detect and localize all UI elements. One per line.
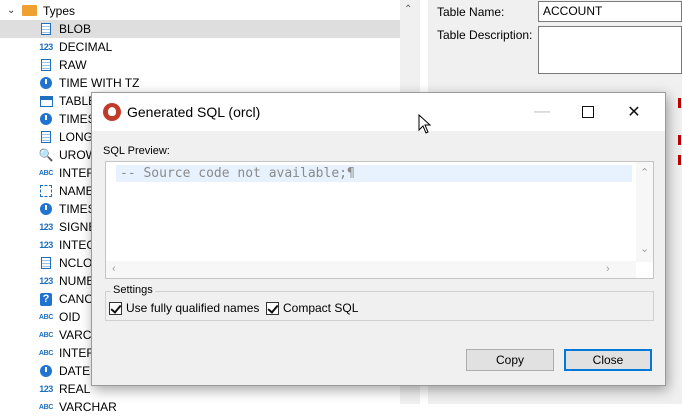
tree-item-label: TIME WITH TZ <box>59 76 140 90</box>
key-icon: 🔍 <box>38 148 54 162</box>
number-icon: 123 <box>39 276 53 286</box>
generated-sql-dialog: Generated SQL (orcl) — ✕ SQL Preview: --… <box>91 92 666 386</box>
tree-item-label: LONG <box>59 130 94 144</box>
question-icon: ? <box>40 292 52 306</box>
tree-item-label: NCLO <box>59 256 93 270</box>
checkbox-checked-icon[interactable] <box>109 301 122 315</box>
number-icon: 123 <box>39 384 53 394</box>
document-icon <box>41 23 51 35</box>
document-icon <box>41 59 51 71</box>
tree-item-label: NUME <box>59 274 95 288</box>
document-icon <box>41 257 51 269</box>
minimize-icon: — <box>534 103 550 120</box>
dbeaver-app-icon <box>103 103 121 121</box>
tree-item-label: DATE <box>59 364 91 378</box>
compact-sql-checkbox[interactable]: Compact SQL <box>266 301 358 315</box>
table-name-input[interactable]: ACCOUNT <box>538 1 682 22</box>
document-icon <box>41 131 51 143</box>
scroll-right-icon[interactable]: › <box>606 263 610 275</box>
dialog-titlebar[interactable]: Generated SQL (orcl) — ✕ <box>92 93 665 131</box>
tree-item-label: NAME <box>59 184 94 198</box>
checkbox-checked-icon[interactable] <box>266 301 279 315</box>
tree-item-varchar[interactable]: ABC VARCHAR <box>0 398 400 416</box>
tree-item-label: DECIMAL <box>59 40 113 54</box>
tree-item-blob[interactable]: BLOB <box>0 20 400 38</box>
table-name-label: Table Name: <box>437 5 505 19</box>
abc-icon: ABC <box>38 331 54 339</box>
tree-item-label: VARCHAR <box>59 400 117 414</box>
abc-icon: ABC <box>38 169 54 177</box>
tree-root-types[interactable]: ⌄ Types <box>0 2 400 20</box>
use-fully-qualified-names-checkbox[interactable]: Use fully qualified names <box>109 301 259 315</box>
sql-preview-label: SQL Preview: <box>103 145 170 157</box>
number-icon: 123 <box>39 42 53 52</box>
table-name-value: ACCOUNT <box>543 4 603 18</box>
tree-item-label: CANO <box>59 292 94 306</box>
tree-root-label: Types <box>43 4 76 18</box>
tree-item-label: BLOB <box>59 22 92 36</box>
error-marker <box>678 98 681 108</box>
tree-item-label: REAL <box>59 382 91 396</box>
dialog-title: Generated SQL (orcl) <box>127 104 261 120</box>
settings-label: Settings <box>111 284 155 296</box>
close-icon: ✕ <box>627 104 641 121</box>
number-icon: 123 <box>39 240 53 250</box>
table-description-label: Table Description: <box>437 28 533 42</box>
chevron-down-icon[interactable]: ⌄ <box>7 5 15 16</box>
tree-item-label: INTER <box>59 166 95 180</box>
minimize-button[interactable]: — <box>519 93 565 131</box>
grid-icon <box>40 185 52 197</box>
sql-code-text[interactable]: -- Source code not available;¶ <box>120 166 355 181</box>
copy-button[interactable]: Copy <box>466 349 554 371</box>
abc-icon: ABC <box>38 313 54 321</box>
abc-icon: ABC <box>38 349 54 357</box>
editor-vertical-scrollbar[interactable]: ⌃ ⌄ <box>636 162 653 262</box>
scroll-up-icon[interactable]: ⌃ <box>640 166 649 179</box>
sql-preview-editor[interactable]: -- Source code not available;¶ ⌃ ⌄ ‹ › <box>105 161 654 279</box>
tree-item-label: INTER <box>59 346 95 360</box>
clock-icon <box>40 113 52 125</box>
scroll-up-icon[interactable]: ⌃ <box>404 4 412 15</box>
table-icon <box>40 95 53 107</box>
scroll-left-icon[interactable]: ‹ <box>112 263 116 275</box>
tree-item-raw[interactable]: RAW <box>0 56 400 74</box>
error-marker <box>678 135 681 145</box>
error-marker <box>678 155 681 165</box>
close-button[interactable]: Close <box>564 349 652 371</box>
maximize-icon <box>582 106 594 118</box>
folder-icon <box>22 5 37 16</box>
close-window-button[interactable]: ✕ <box>611 93 657 131</box>
clock-icon <box>40 203 52 215</box>
compact-sql-label: Compact SQL <box>283 301 359 315</box>
abc-icon: ABC <box>38 403 54 411</box>
table-description-input[interactable] <box>538 26 682 74</box>
tree-item-label: OID <box>59 310 81 324</box>
editor-horizontal-scrollbar[interactable]: ‹ › <box>106 261 636 278</box>
tree-item-decimal[interactable]: 123 DECIMAL <box>0 38 400 56</box>
use-fully-qualified-names-label: Use fully qualified names <box>126 301 260 315</box>
maximize-button[interactable] <box>565 93 611 131</box>
tree-item-label: RAW <box>59 58 87 72</box>
clock-icon <box>40 365 52 377</box>
tree-item-time-with-tz[interactable]: TIME WITH TZ <box>0 74 400 92</box>
scroll-down-icon[interactable]: ⌄ <box>640 242 649 255</box>
number-icon: 123 <box>39 222 53 232</box>
clock-icon <box>40 77 52 89</box>
